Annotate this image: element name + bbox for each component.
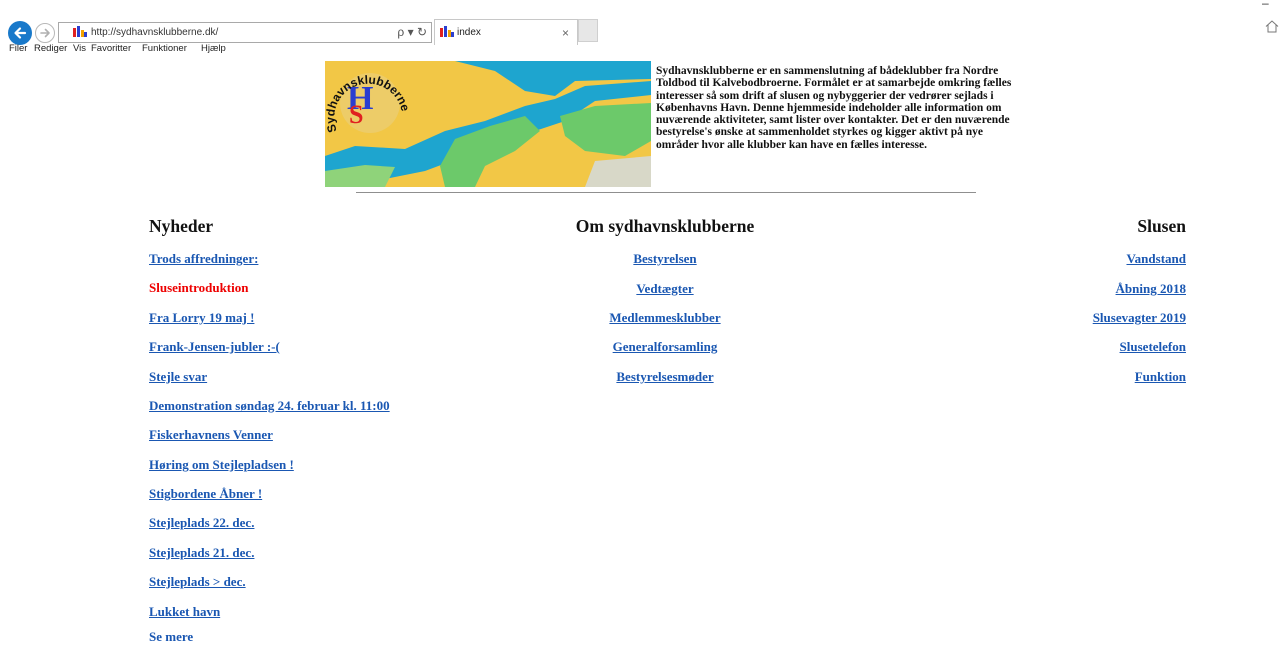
close-tab-icon[interactable]: ×: [562, 26, 569, 40]
news-heading: Nyheder: [149, 216, 214, 236]
about-heading: Om sydhavnsklubberne: [575, 216, 755, 236]
news-link-stejleplads-21[interactable]: Stejleplads 21. dec.: [149, 545, 254, 561]
about-link-vedtaegter[interactable]: Vedtægter: [636, 281, 693, 297]
new-tab-button[interactable]: [578, 19, 598, 42]
lock-link-slusevagter-2019[interactable]: Slusevagter 2019: [1093, 310, 1186, 326]
news-link-sluseintroduktion[interactable]: Sluseintroduktion: [149, 280, 248, 296]
forward-button[interactable]: [35, 23, 55, 43]
news-link-trods-affredninger[interactable]: Trods affredninger:: [149, 251, 258, 267]
lock-heading: Slusen: [1137, 216, 1186, 236]
news-link-hoering[interactable]: Høring om Stejlepladsen !: [149, 457, 294, 473]
lock-link-slusetelefon[interactable]: Slusetelefon: [1120, 339, 1186, 355]
news-link-stejle-svar[interactable]: Stejle svar: [149, 369, 207, 385]
search-refresh-controls[interactable]: ρ ▾ ↻: [397, 25, 427, 39]
news-link-stejleplads-22[interactable]: Stejleplads 22. dec.: [149, 515, 254, 531]
tab-index[interactable]: index ×: [434, 19, 578, 45]
menu-edit[interactable]: Rediger: [34, 43, 67, 54]
tab-favicon-icon: [440, 26, 454, 37]
news-link-fra-lorry[interactable]: Fra Lorry 19 maj !: [149, 310, 254, 326]
harbor-map: H S Sydhavnsklubberne: [325, 61, 651, 187]
back-button[interactable]: [8, 21, 32, 45]
menu-favorites[interactable]: Favoritter: [91, 43, 131, 54]
news-link-demonstration[interactable]: Demonstration søndag 24. februar kl. 11:…: [149, 398, 390, 414]
menu-bar: Filer Rediger Vis Favoritter Funktioner …: [0, 43, 1286, 56]
news-link-stejleplads-dec[interactable]: Stejleplads > dec.: [149, 574, 246, 590]
news-link-fiskerhavnens-venner[interactable]: Fiskerhavnens Venner: [149, 427, 273, 443]
news-link-frank-jensen[interactable]: Frank-Jensen-jubler :-(: [149, 339, 280, 355]
address-bar[interactable]: http://sydhavnsklubberne.dk/ ρ ▾ ↻: [58, 22, 432, 43]
news-link-stigbordene[interactable]: Stigbordene Åbner !: [149, 486, 262, 502]
news-link-lukket-havn[interactable]: Lukket havn: [149, 604, 220, 620]
arrow-left-icon: [14, 27, 27, 39]
home-icon[interactable]: [1265, 20, 1279, 33]
about-link-bestyrelsen[interactable]: Bestyrelsen: [633, 251, 696, 267]
menu-tools[interactable]: Funktioner: [142, 43, 187, 54]
lock-link-vandstand[interactable]: Vandstand: [1126, 251, 1186, 267]
svg-text:S: S: [349, 100, 363, 129]
divider: [356, 192, 976, 193]
hero-map-image: H S Sydhavnsklubberne: [325, 61, 651, 187]
menu-help[interactable]: Hjælp: [201, 43, 226, 54]
about-link-generalforsamling[interactable]: Generalforsamling: [613, 339, 718, 355]
tab-title: index: [457, 27, 481, 38]
about-link-bestyrelsesmoeder[interactable]: Bestyrelsesmøder: [616, 369, 713, 385]
about-link-medlemmesklubber[interactable]: Medlemmesklubber: [609, 310, 720, 326]
menu-view[interactable]: Vis: [73, 43, 86, 54]
menu-file[interactable]: Filer: [9, 43, 27, 54]
lock-link-funktion[interactable]: Funktion: [1135, 369, 1186, 385]
arrow-right-icon: [40, 28, 50, 38]
site-favicon-icon: [73, 26, 87, 37]
intro-text: Sydhavnsklubberne er en sammenslutning a…: [656, 65, 1012, 151]
minimize-button[interactable]: –: [1262, 0, 1269, 10]
browser-chrome: – http://sydhavnsklubberne.dk/ ρ ▾ ↻ ind…: [0, 0, 1286, 54]
url-text: http://sydhavnsklubberne.dk/: [91, 27, 219, 38]
news-link-se-mere[interactable]: Se mere: [149, 629, 193, 645]
lock-link-aabning-2018[interactable]: Åbning 2018: [1116, 281, 1186, 297]
